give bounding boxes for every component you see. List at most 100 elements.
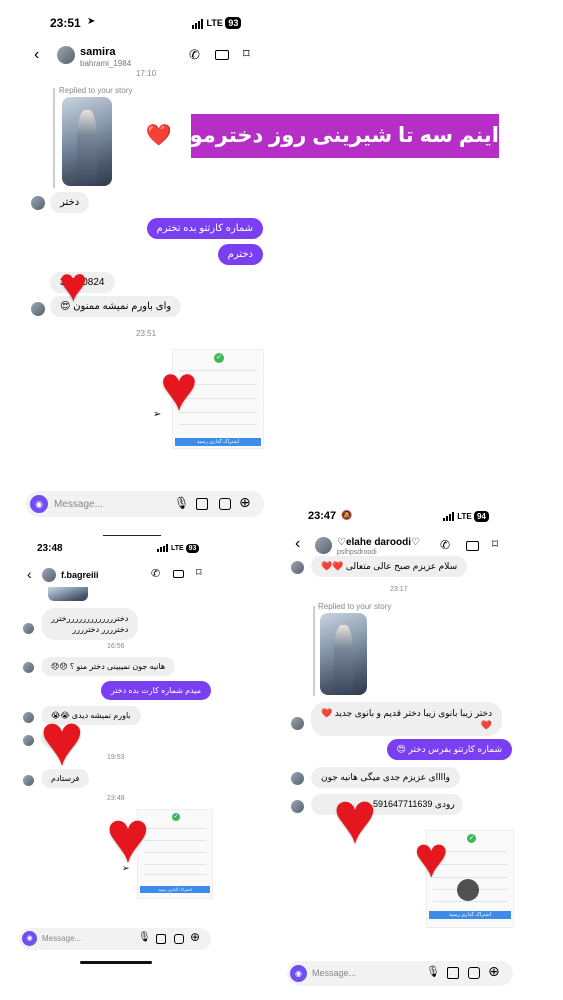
signal-icon — [157, 544, 169, 553]
sender-avatar — [291, 772, 304, 785]
battery-icon: 93 — [225, 17, 242, 29]
heart-icon: ♥ — [40, 698, 84, 781]
sticker-icon[interactable] — [468, 967, 480, 979]
video-icon[interactable] — [173, 570, 184, 578]
location-arrow-icon: ➤ — [87, 16, 96, 27]
message-outgoing[interactable]: میدم شماره کارت بده دختر — [100, 681, 211, 700]
contact-username: pslhpsdroodi — [337, 549, 377, 556]
heart-icon: ♥ — [414, 825, 449, 890]
timestamp: 17:10 — [136, 69, 157, 78]
story-thumbnail[interactable] — [320, 613, 367, 695]
tag-icon[interactable]: ⌑ — [492, 538, 498, 550]
timestamp: 23:17 — [390, 586, 408, 593]
status-indicators: LTE 93 — [192, 17, 242, 29]
sender-avatar — [291, 717, 304, 730]
checkmark-icon: ✓ — [467, 834, 476, 843]
status-time: 23:51 — [50, 16, 81, 30]
mic-icon[interactable]: 🎙 — [174, 497, 189, 509]
sender-avatar — [291, 800, 304, 813]
mic-icon[interactable]: 🎙 — [138, 933, 151, 943]
message-incoming[interactable]: دختر زیبا بانوی زیبا دختر قدیم و بانوی ج… — [311, 702, 503, 736]
message-input[interactable]: Message... — [312, 968, 356, 978]
back-arrow-icon[interactable]: ‹ — [34, 47, 39, 63]
reply-label: Replied to your story — [318, 602, 392, 611]
signal-icon — [443, 512, 455, 522]
back-arrow-icon[interactable]: ‹ — [295, 536, 300, 552]
mic-icon[interactable]: 🎙 — [426, 967, 440, 978]
heart-icon: ♥ — [160, 352, 198, 424]
status-time: 23:47 — [308, 510, 337, 522]
checkmark-icon: ✓ — [172, 813, 180, 821]
message-line: دخترررر دخترررر — [72, 625, 129, 634]
avatar[interactable] — [315, 537, 332, 554]
video-icon[interactable] — [466, 541, 479, 551]
plus-icon[interactable]: ⊕ — [239, 495, 251, 509]
network-label: LTE — [170, 545, 184, 552]
message-incoming[interactable]: سلام عزیزم صبح عالی متعالی ❤️❤️ — [311, 556, 468, 577]
sticker-icon[interactable] — [219, 498, 231, 510]
message-incoming[interactable]: هانیه جون نمیبینی دختر منو ؟ 😞😞 — [41, 657, 176, 676]
gallery-icon[interactable] — [447, 967, 459, 979]
plus-icon[interactable]: ⊕ — [488, 964, 500, 978]
story-thumbnail[interactable] — [62, 97, 112, 186]
phone-icon[interactable]: ✆ — [151, 569, 160, 580]
status-indicators: LTE 94 — [443, 511, 489, 522]
sender-avatar — [23, 712, 34, 723]
sender-avatar — [23, 662, 34, 673]
message-outgoing[interactable]: شماره کارتتو بفرس دختر 😍 — [386, 739, 512, 760]
sender-avatar — [291, 561, 304, 574]
contact-name[interactable]: samira — [80, 46, 115, 58]
message-line: ❤️ — [480, 720, 493, 730]
tag-icon[interactable]: ⌑ — [243, 47, 250, 60]
status-time: 23:48 — [37, 543, 63, 554]
timestamp: 19:53 — [107, 754, 125, 761]
heart-icon: ♥ — [333, 776, 377, 859]
video-icon[interactable] — [215, 50, 229, 60]
message-outgoing[interactable]: شماره کارتتو بده تخترم — [146, 218, 263, 239]
gallery-icon[interactable] — [156, 934, 166, 944]
contact-name[interactable]: ♡elahe daroodi♡ — [337, 537, 420, 548]
reply-label: Replied to your story — [59, 86, 133, 95]
timestamp: 16:56 — [107, 643, 125, 650]
message-outgoing[interactable]: دخترم — [217, 244, 263, 265]
home-indicator — [80, 961, 152, 964]
message-input[interactable]: Message... — [42, 934, 81, 943]
phone-icon[interactable]: ✆ — [189, 48, 200, 61]
sticker-icon[interactable] — [174, 934, 184, 944]
avatar[interactable] — [57, 46, 75, 64]
message-input[interactable]: Message... — [54, 499, 103, 510]
sender-avatar — [31, 302, 45, 316]
mute-icon: 🔕 — [341, 510, 353, 520]
camera-icon[interactable]: ◉ — [22, 931, 37, 946]
reply-line — [313, 606, 315, 696]
camera-icon[interactable]: ◉ — [30, 495, 48, 513]
share-receipt-button[interactable]: اشتراک گذاری رسید — [140, 886, 210, 893]
contact-username: bahrami_1984 — [80, 59, 132, 68]
gallery-icon[interactable] — [196, 498, 208, 510]
contact-name[interactable]: f.bagreiii — [61, 570, 99, 580]
caption-banner: اینم سه تا شیرینی روز دخترمون❤️ — [146, 114, 499, 158]
message-incoming[interactable]: دخترررررررررررررخترر دخترررر دخترررر — [41, 608, 139, 640]
scroll-indicator[interactable] — [457, 879, 479, 901]
reply-line — [53, 88, 55, 188]
message-incoming[interactable]: دختر — [50, 192, 90, 213]
back-arrow-icon[interactable]: ‹ — [27, 567, 32, 581]
phone-icon[interactable]: ✆ — [440, 539, 450, 551]
top-divider — [103, 535, 161, 536]
share-receipt-button[interactable]: اشتراک گذاری رسید — [175, 438, 261, 446]
plus-icon[interactable]: ⊕ — [190, 931, 200, 943]
checkmark-icon: ✓ — [214, 353, 224, 363]
sender-avatar — [31, 196, 45, 210]
tag-icon[interactable]: ⌑ — [196, 568, 202, 579]
message-line: دخترررررررررررررخترر — [51, 614, 129, 623]
share-receipt-button[interactable]: اشتراک گذاری رسید — [429, 911, 511, 919]
message-fragment: رودی — [434, 799, 455, 809]
signal-icon — [192, 18, 204, 29]
sender-avatar — [23, 735, 34, 746]
camera-icon[interactable]: ◉ — [290, 965, 307, 982]
network-label: LTE — [457, 512, 472, 521]
avatar[interactable] — [42, 568, 56, 582]
message-fragment: 591647711639 — [373, 799, 433, 809]
sender-avatar — [23, 775, 34, 786]
story-thumbnail[interactable] — [48, 587, 88, 601]
